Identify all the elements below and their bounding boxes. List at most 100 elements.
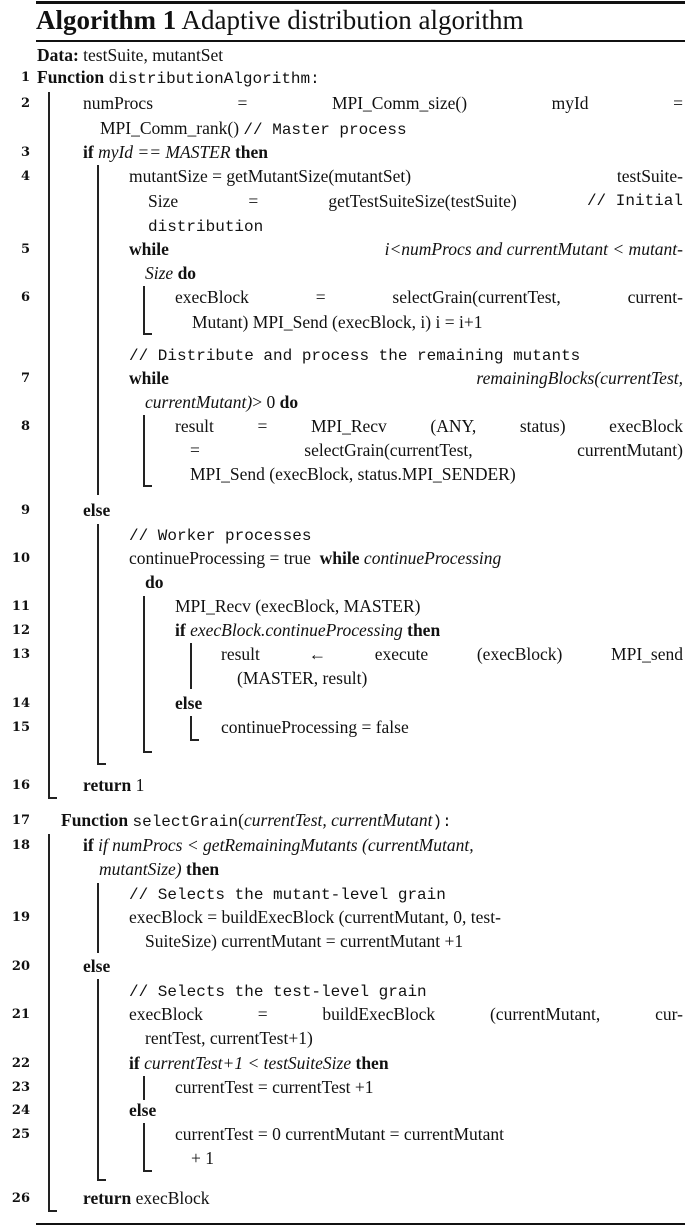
- token: currentTest = currentTest +1: [175, 1077, 374, 1097]
- token: > 0: [252, 392, 276, 412]
- token: 1: [135, 775, 145, 795]
- block-bar-else20: [97, 979, 99, 1180]
- condition: i<numProcs and currentMutant < mutant-: [384, 239, 683, 259]
- line-17: Function selectGrain(currentTest, curren…: [61, 808, 452, 834]
- condition: myId == MASTER: [98, 142, 231, 162]
- comment: // Selects the test-level grain: [129, 983, 427, 1001]
- keyword-do: do: [279, 392, 299, 412]
- token: myId: [551, 93, 589, 113]
- block-bar-if12: [190, 643, 192, 689]
- algorithm-title: Algorithm 1 Adaptive distribution algori…: [36, 3, 523, 37]
- line-number: 5: [20, 242, 30, 257]
- function-name: distributionAlgorithm: [108, 70, 311, 88]
- keyword-if: if: [129, 1053, 140, 1073]
- token: ←: [308, 644, 327, 664]
- keyword-function: Function: [37, 67, 105, 87]
- line-number: 15: [11, 720, 30, 735]
- line-number: 19: [11, 910, 30, 925]
- token: Mutant) MPI_Send (execBlock, i) i = i+1: [192, 312, 483, 332]
- bottom-rule: [36, 1223, 685, 1225]
- line-number: 25: [11, 1127, 30, 1142]
- comment: // Master process: [243, 121, 407, 139]
- block-end-while7: [143, 485, 152, 487]
- token: (execBlock): [476, 644, 563, 664]
- token: currentTest = 0 currentMutant = currentM…: [175, 1124, 505, 1144]
- line-14: else: [175, 691, 202, 715]
- block-bar-if22: [143, 1076, 145, 1100]
- condition: if numProcs < getRemainingMutants (curre…: [98, 835, 474, 855]
- line-number: 16: [11, 778, 30, 793]
- line-4-cont2: distribution: [148, 213, 263, 239]
- keyword-do: do: [145, 572, 164, 592]
- line-number: 1: [20, 70, 30, 85]
- token: execBlock: [609, 416, 683, 436]
- block-bar-else14: [190, 716, 192, 740]
- line-number: 21: [11, 1007, 30, 1022]
- block-end-while10: [143, 751, 152, 753]
- keyword-else: else: [83, 500, 111, 520]
- line-number: 7: [20, 371, 30, 386]
- keyword-then: then: [407, 620, 441, 640]
- line-number: 13: [11, 647, 30, 662]
- token: + 1: [191, 1148, 214, 1168]
- block-end-while5: [143, 333, 152, 335]
- line-8: result = MPI_Recv (ANY, status) execBloc…: [175, 414, 683, 438]
- line-23: currentTest = currentTest +1: [175, 1075, 374, 1099]
- line-number: 14: [11, 696, 30, 711]
- token: =: [237, 93, 248, 113]
- token: (MASTER, result): [237, 668, 368, 688]
- block-bar-else9: [97, 524, 99, 764]
- token: SuiteSize) currentMutant = currentMutant…: [145, 931, 464, 951]
- keyword-while: while: [319, 548, 360, 568]
- line-number: 23: [11, 1080, 30, 1095]
- block-bar-while7: [143, 415, 145, 486]
- block-bar-func2: [48, 834, 50, 1211]
- line-10-cont: do: [145, 570, 163, 594]
- condition: continueProcessing: [363, 548, 502, 568]
- line-2: numProcs = MPI_Comm_size() myId =: [83, 91, 683, 115]
- comment-line: // Worker processes: [129, 522, 311, 548]
- comment: // Distribute and process the remaining …: [129, 347, 581, 365]
- line-13: result ← execute (execBlock) MPI_send: [221, 642, 683, 666]
- token: getTestSuiteSize(testSuite): [328, 191, 517, 211]
- token: execBlock = buildExecBlock (currentMutan…: [129, 907, 501, 927]
- line-5: while i<numProcs and currentMutant < mut…: [129, 237, 683, 261]
- line-25: currentTest = 0 currentMutant = currentM…: [175, 1122, 504, 1146]
- keyword-do: do: [177, 263, 197, 283]
- line-7-cont: currentMutant)> 0 do: [145, 390, 298, 414]
- keyword-else: else: [175, 693, 203, 713]
- token: status): [519, 416, 566, 436]
- line-1: Function distributionAlgorithm:: [37, 65, 320, 91]
- line-22: if currentTest+1 < testSuiteSize then: [129, 1051, 389, 1075]
- line-3: if myId == MASTER then: [83, 140, 268, 164]
- line-number: 18: [11, 838, 30, 853]
- token: continueProcessing = true: [129, 548, 311, 568]
- line-4-cont: Size = getTestSuiteSize(testSuite) // In…: [148, 189, 683, 213]
- token: MPI_send: [611, 644, 683, 664]
- token: (ANY,: [430, 416, 477, 436]
- line-9: else: [83, 498, 110, 522]
- data-value: testSuite, mutantSet: [83, 45, 224, 65]
- token: numProcs: [83, 93, 153, 113]
- line-number: 9: [20, 503, 30, 518]
- line-5-cont: Size do: [145, 261, 196, 285]
- token: execute: [374, 644, 429, 664]
- arguments: currentTest, currentMutant: [243, 810, 433, 830]
- token: =: [315, 287, 326, 307]
- condition: currentMutant): [145, 392, 253, 412]
- token: =: [257, 1004, 268, 1024]
- comment: // Selects the mutant-level grain: [129, 886, 446, 904]
- line-11: MPI_Recv (execBlock, MASTER): [175, 594, 420, 618]
- line-18: if if numProcs < getRemainingMutants (cu…: [83, 833, 474, 857]
- token: cur-: [655, 1004, 683, 1024]
- block-bar-func1: [48, 92, 50, 798]
- token: =: [248, 191, 259, 211]
- line-6-cont: Mutant) MPI_Send (execBlock, i) i = i+1: [192, 310, 482, 334]
- line-18-cont: mutantSize) then: [99, 857, 219, 881]
- block-bar-while10: [143, 596, 145, 752]
- line-number: 8: [20, 419, 30, 434]
- keyword-return: return: [83, 775, 132, 795]
- keyword-if: if: [83, 142, 94, 162]
- token: current-: [627, 287, 683, 307]
- block-bar-if-master: [97, 165, 99, 495]
